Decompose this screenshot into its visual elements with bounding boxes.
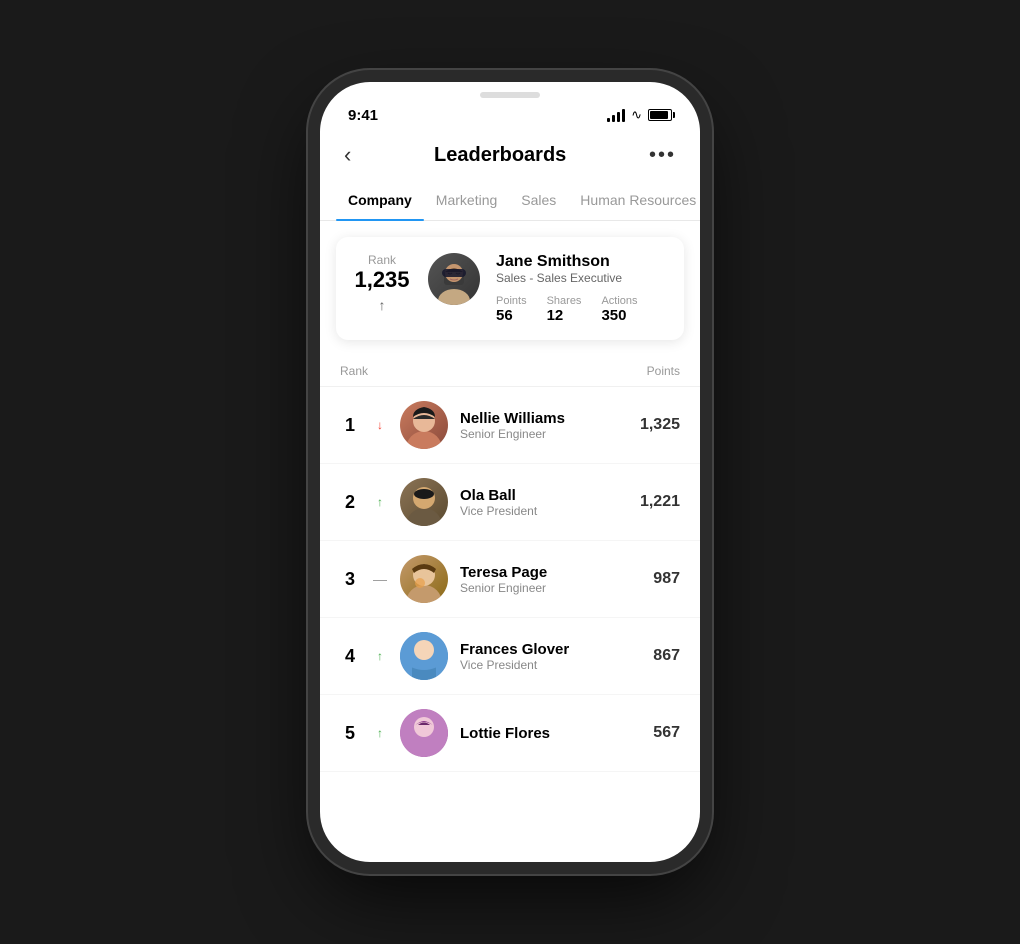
- tabs-bar: Company Marketing Sales Human Resources: [320, 184, 700, 221]
- points-label: Points: [496, 295, 527, 307]
- item-points: 1,221: [640, 493, 680, 511]
- my-avatar-image: [428, 253, 480, 305]
- points-value: 56: [496, 307, 527, 324]
- item-points: 1,325: [640, 416, 680, 434]
- phone-frame: 9:41 ∿ ‹ Leaderboards ••• Company Market…: [320, 82, 700, 862]
- list-item[interactable]: 3 — Teresa Page Senior Engineer 987: [320, 541, 700, 618]
- list-header: Rank Points: [320, 356, 700, 387]
- page-title: Leaderboards: [434, 144, 566, 167]
- item-points: 867: [653, 647, 680, 665]
- my-title: Sales - Sales Executive: [496, 271, 668, 285]
- trend-up-icon: ↑: [372, 495, 388, 509]
- item-name: Lottie Flores: [460, 725, 641, 742]
- item-rank: 4: [340, 646, 360, 667]
- item-name: Ola Ball: [460, 487, 628, 504]
- item-name: Nellie Williams: [460, 410, 628, 427]
- item-rank: 5: [340, 723, 360, 744]
- list-item[interactable]: 2 ↑ Ola Ball Vice President 1,221: [320, 464, 700, 541]
- item-role: Senior Engineer: [460, 581, 641, 595]
- item-points: 567: [653, 724, 680, 742]
- shares-label: Shares: [547, 295, 582, 307]
- stat-actions: Actions 350: [601, 295, 637, 324]
- item-role: Senior Engineer: [460, 427, 628, 441]
- leaderboard-list: 1 ↓ Nellie Williams Senior Engineer 1,32…: [320, 387, 700, 772]
- item-rank: 3: [340, 569, 360, 590]
- avatar-image: [400, 401, 448, 449]
- my-name: Jane Smithson: [496, 253, 668, 271]
- avatar: [400, 632, 448, 680]
- actions-value: 350: [601, 307, 637, 324]
- item-info: Teresa Page Senior Engineer: [460, 564, 641, 595]
- item-info: Nellie Williams Senior Engineer: [460, 410, 628, 441]
- my-avatar: [428, 253, 480, 305]
- wifi-icon: ∿: [631, 107, 642, 123]
- stat-shares: Shares 12: [547, 295, 582, 324]
- points-column-header: Points: [647, 364, 680, 378]
- item-role: Vice President: [460, 504, 628, 518]
- actions-label: Actions: [601, 295, 637, 307]
- item-info: Ola Ball Vice President: [460, 487, 628, 518]
- back-button[interactable]: ‹: [344, 142, 351, 168]
- stat-points: Points 56: [496, 295, 527, 324]
- my-rank-section: Rank 1,235 ↑: [352, 253, 412, 313]
- rank-label: Rank: [368, 253, 396, 267]
- header: ‹ Leaderboards •••: [320, 134, 700, 184]
- rank-number: 1,235: [354, 267, 409, 293]
- item-name: Frances Glover: [460, 641, 641, 658]
- my-info: Jane Smithson Sales - Sales Executive Po…: [496, 253, 668, 324]
- tab-sales[interactable]: Sales: [509, 184, 568, 220]
- shares-value: 12: [547, 307, 582, 324]
- item-info: Lottie Flores: [460, 725, 641, 742]
- trend-up-icon: ↑: [372, 726, 388, 740]
- status-icons: ∿: [607, 107, 672, 123]
- signal-icon: [607, 108, 625, 122]
- top-pill: [450, 82, 570, 110]
- avatar: [400, 709, 448, 757]
- list-item[interactable]: 4 ↑ Frances Glover Vice President 867: [320, 618, 700, 695]
- trend-down-icon: ↓: [372, 418, 388, 432]
- avatar-image: [400, 632, 448, 680]
- rank-column-header: Rank: [340, 364, 368, 378]
- tab-marketing[interactable]: Marketing: [424, 184, 509, 220]
- item-points: 987: [653, 570, 680, 588]
- item-info: Frances Glover Vice President: [460, 641, 641, 672]
- status-time: 9:41: [348, 107, 378, 124]
- item-rank: 1: [340, 415, 360, 436]
- more-button[interactable]: •••: [649, 144, 676, 167]
- trend-up-icon: ↑: [372, 649, 388, 663]
- avatar-image: [400, 709, 448, 757]
- rank-trend-icon: ↑: [379, 297, 386, 313]
- avatar: [400, 555, 448, 603]
- tab-company[interactable]: Company: [336, 184, 424, 220]
- list-item[interactable]: 1 ↓ Nellie Williams Senior Engineer 1,32…: [320, 387, 700, 464]
- trend-neutral-icon: —: [372, 571, 388, 587]
- item-name: Teresa Page: [460, 564, 641, 581]
- battery-icon: [648, 109, 672, 121]
- item-rank: 2: [340, 492, 360, 513]
- my-rank-card: Rank 1,235 ↑ Jane Smithson Sales - Sales…: [336, 237, 684, 340]
- avatar: [400, 401, 448, 449]
- avatar-image: [400, 478, 448, 526]
- my-stats: Points 56 Shares 12 Actions 350: [496, 295, 668, 324]
- item-role: Vice President: [460, 658, 641, 672]
- list-item[interactable]: 5 ↑ Lottie Flores 567: [320, 695, 700, 772]
- avatar: [400, 478, 448, 526]
- avatar-image: [400, 555, 448, 603]
- tab-hr[interactable]: Human Resources: [568, 184, 700, 220]
